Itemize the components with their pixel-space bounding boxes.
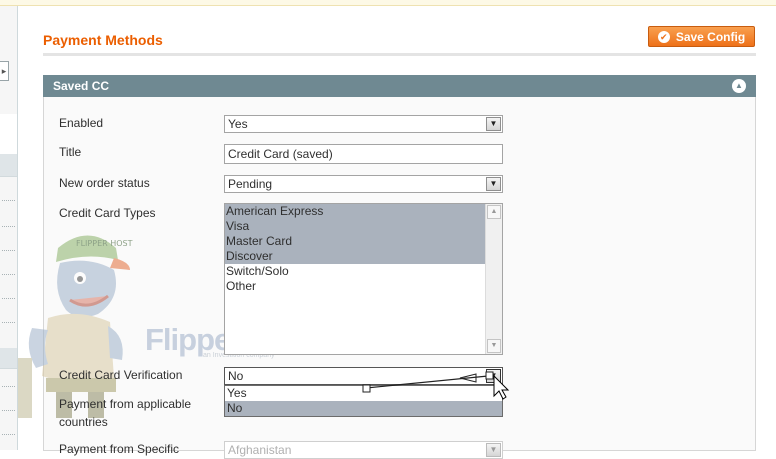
specific-countries-label: Payment from Specific <box>59 442 180 456</box>
chevron-down-icon[interactable]: ▼ <box>486 117 501 131</box>
sidebar-item-active[interactable] <box>0 114 17 155</box>
save-config-label: Save Config <box>675 29 746 44</box>
order-status-label: New order status <box>59 176 150 190</box>
mascot-illustration: FLIPPER HOST <box>18 235 133 418</box>
page-title: Payment Methods <box>43 32 163 48</box>
sidebar-divider <box>2 250 15 251</box>
card-type-option[interactable]: Master Card <box>225 234 488 249</box>
card-type-option[interactable]: American Express <box>225 204 488 219</box>
enabled-select[interactable]: Yes ▼ <box>224 115 503 133</box>
save-config-button[interactable]: ✔ Save Config <box>648 26 755 47</box>
title-divider <box>43 53 756 56</box>
verification-label: Credit Card Verification <box>59 368 183 382</box>
sidebar-divider <box>2 226 15 227</box>
sidebar-divider <box>2 410 15 411</box>
chevron-down-icon[interactable]: ▼ <box>486 443 501 457</box>
sidebar-divider <box>2 434 15 435</box>
specific-countries-value: Afghanistan <box>228 443 292 457</box>
checkmark-icon: ✔ <box>657 30 670 43</box>
sidebar-item[interactable] <box>0 348 17 369</box>
sidebar-divider <box>2 386 15 387</box>
card-type-option[interactable]: Visa <box>225 219 488 234</box>
card-types-scrollbar[interactable]: ▲ ▼ <box>485 204 502 354</box>
verification-select-value: No <box>228 369 244 383</box>
card-type-option[interactable]: Discover <box>225 249 488 264</box>
saved-cc-section-header[interactable]: Saved CC ▲ <box>43 75 756 97</box>
card-types-multiselect[interactable]: American Express Visa Master Card Discov… <box>224 203 503 355</box>
specific-countries-select[interactable]: Afghanistan ▼ <box>224 441 503 459</box>
mouse-cursor-icon <box>493 374 510 400</box>
applicable-countries-label-1: Payment from applicable <box>59 397 192 411</box>
mascot-cap-text: FLIPPER HOST <box>76 239 133 248</box>
collapse-up-icon[interactable]: ▲ <box>732 79 746 93</box>
card-type-option[interactable]: Other <box>225 279 488 294</box>
sidebar-divider <box>2 298 15 299</box>
top-notice-bar <box>0 0 776 6</box>
applicable-countries-label-2: countries <box>59 415 108 429</box>
card-types-label: Credit Card Types <box>59 206 156 220</box>
sidebar-item[interactable] <box>0 154 17 177</box>
card-type-option[interactable]: Switch/Solo <box>225 264 488 279</box>
section-title: Saved CC <box>53 79 110 93</box>
order-status-select[interactable]: Pending ▼ <box>224 175 503 193</box>
sidebar-divider <box>2 274 15 275</box>
title-label: Title <box>59 145 82 159</box>
order-status-select-value: Pending <box>228 177 273 191</box>
enabled-label: Enabled <box>59 116 104 130</box>
left-sidebar: ▸ <box>0 6 18 450</box>
sidebar-divider <box>2 322 15 323</box>
enabled-select-value: Yes <box>228 117 248 131</box>
sidebar-divider <box>2 200 15 201</box>
scroll-up-icon[interactable]: ▲ <box>487 205 501 219</box>
sidebar-collapse-handle[interactable]: ▸ <box>0 61 9 81</box>
scroll-down-icon[interactable]: ▼ <box>487 339 501 353</box>
chevron-down-icon[interactable]: ▼ <box>486 177 501 191</box>
drag-annotation <box>362 371 510 400</box>
title-input[interactable]: Credit Card (saved) <box>224 144 503 164</box>
